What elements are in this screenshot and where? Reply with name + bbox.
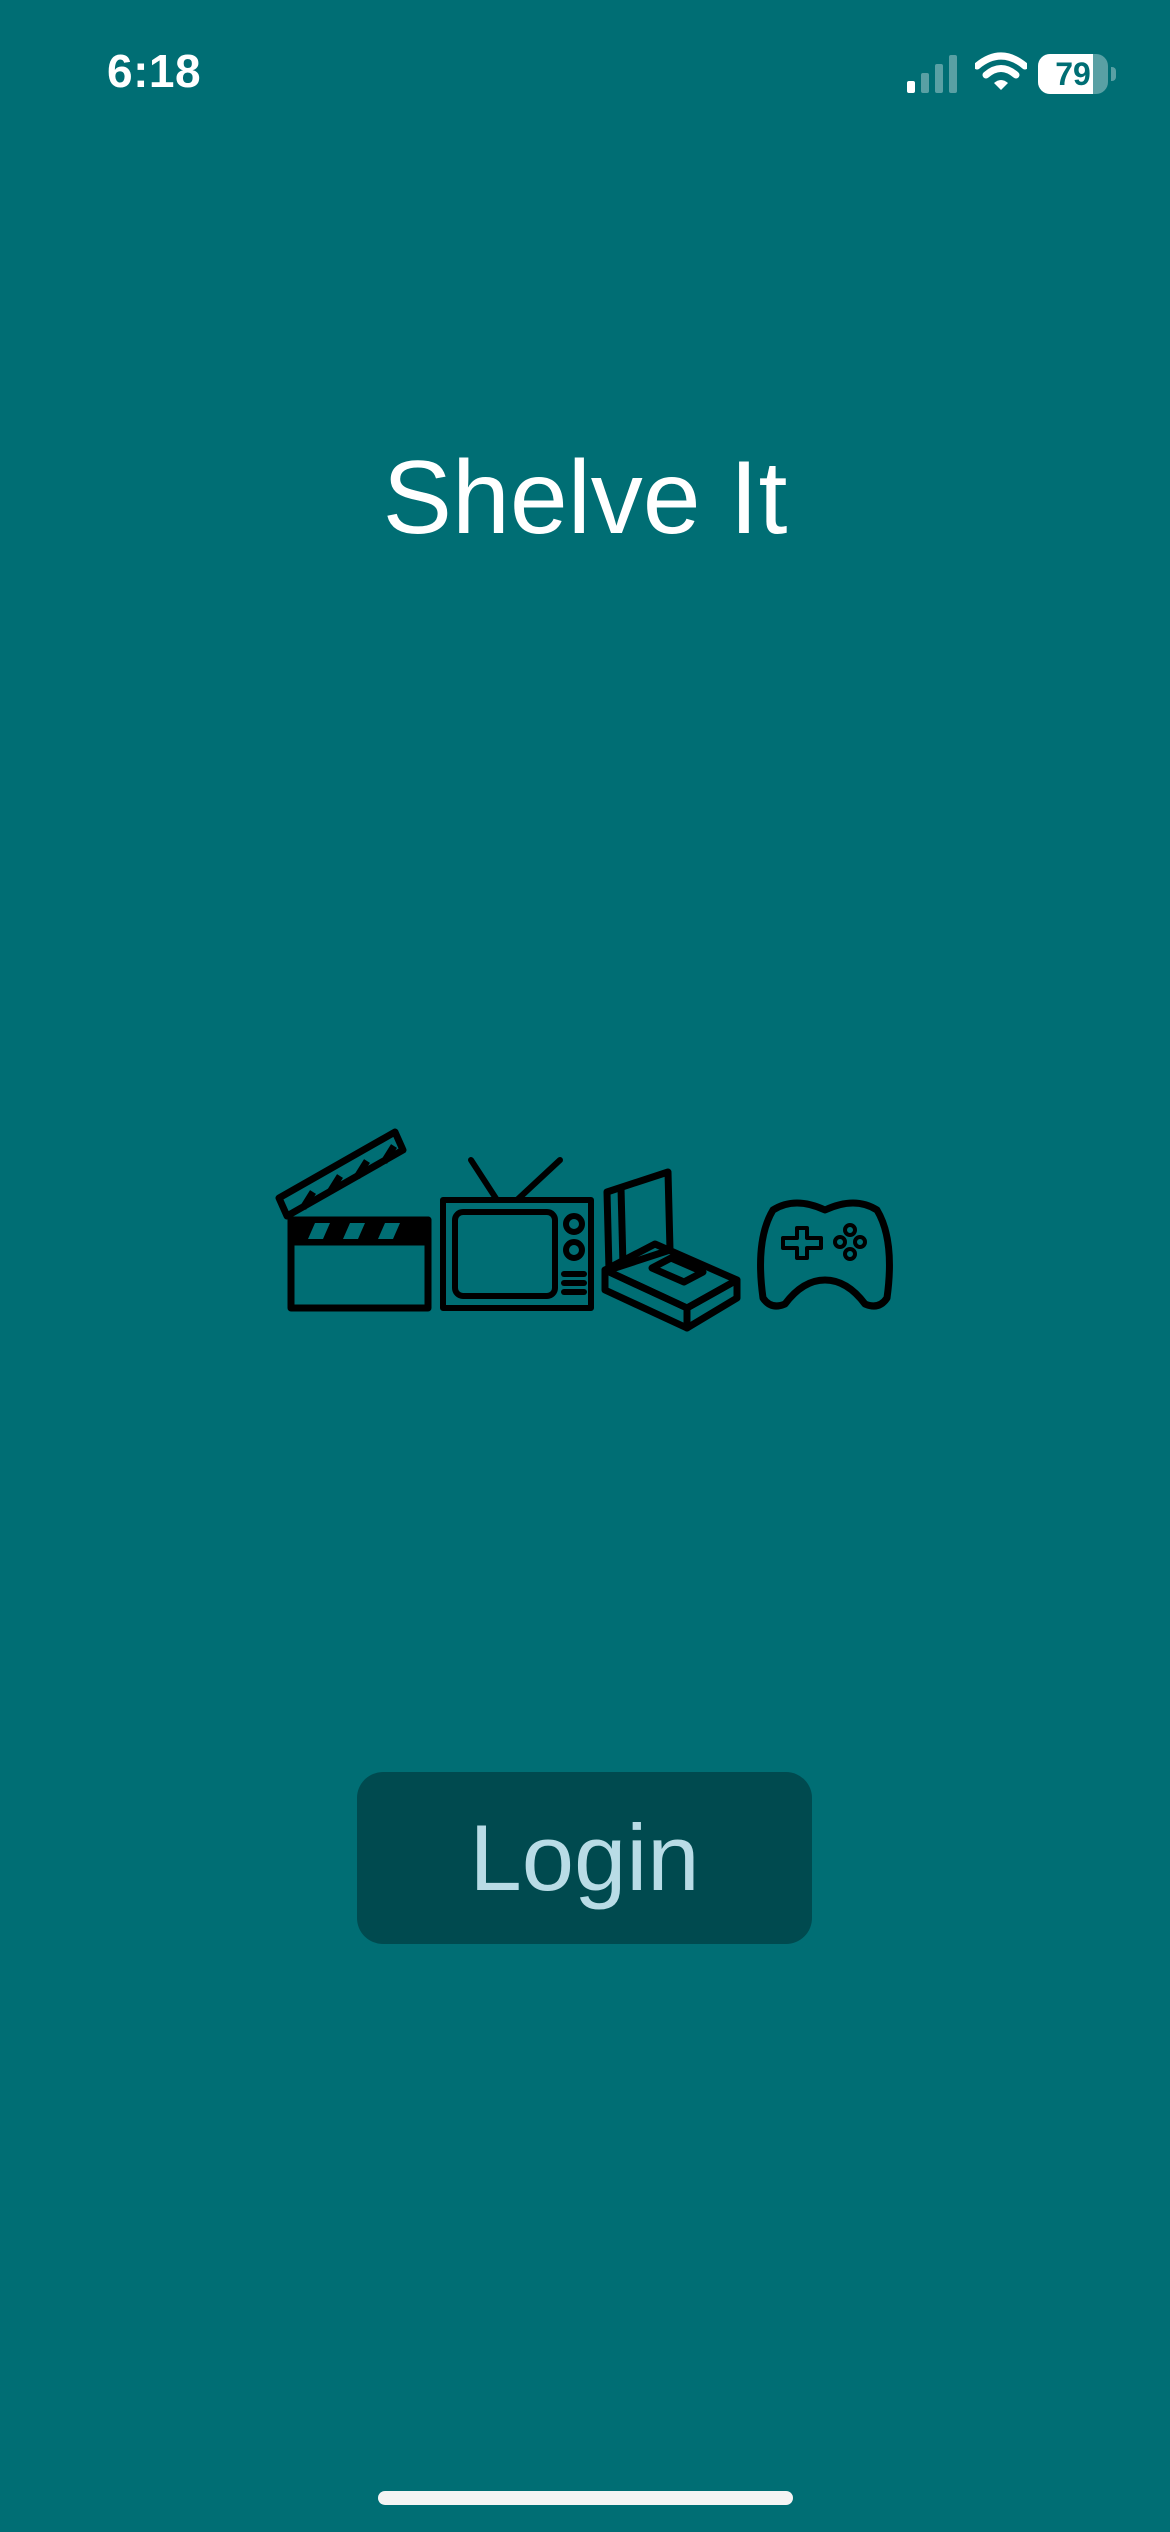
home-indicator[interactable] bbox=[378, 2491, 793, 2505]
status-time: 6:18 bbox=[107, 45, 202, 97]
books-icon bbox=[601, 1168, 741, 1332]
wifi-icon bbox=[975, 52, 1027, 90]
television-icon bbox=[440, 1157, 594, 1311]
battery-tip bbox=[1111, 67, 1116, 81]
status-bar: 6:18 79 bbox=[0, 0, 1170, 150]
app-title: Shelve It bbox=[382, 440, 788, 556]
battery-percent: 79 bbox=[1055, 56, 1091, 92]
login-button[interactable]: Login bbox=[357, 1772, 812, 1944]
clapperboard-icon bbox=[275, 1128, 432, 1312]
media-icons-illustration bbox=[275, 1128, 893, 1332]
battery-icon: 79 bbox=[1038, 54, 1116, 94]
battery-body: 79 bbox=[1038, 54, 1108, 94]
game-controller-icon bbox=[757, 1199, 893, 1310]
cellular-signal-icon bbox=[907, 55, 957, 93]
